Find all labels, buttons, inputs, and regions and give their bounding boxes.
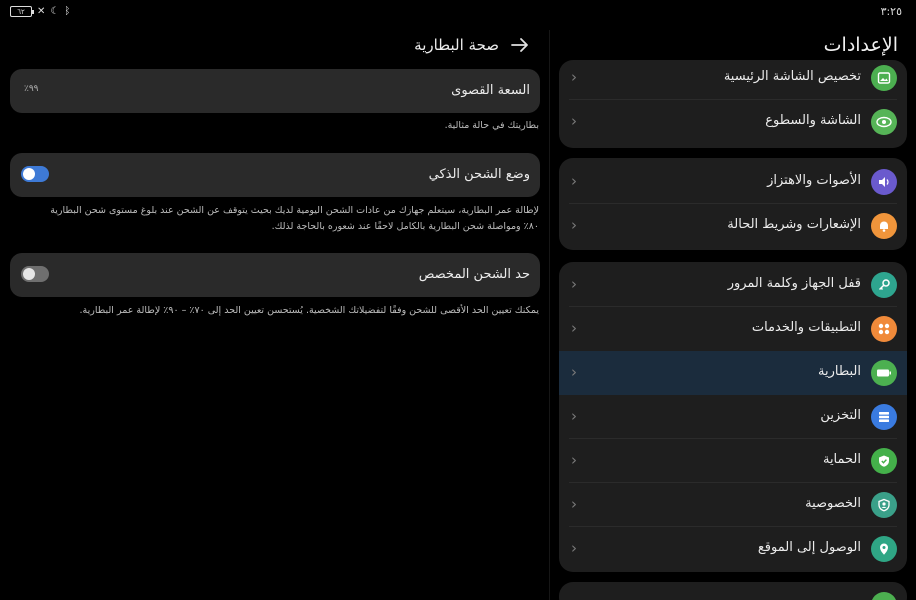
battery-indicator-icon: ٦٢ (10, 6, 34, 17)
clock: ٣:٢٥ (880, 5, 902, 18)
sound-icon (871, 169, 897, 195)
bell-icon (871, 213, 897, 239)
chevron-left-icon: ‹ (571, 172, 577, 190)
settings-item-battery[interactable]: البطارية ‹ (559, 351, 907, 395)
eye-icon (871, 109, 897, 135)
settings-item-label: التخزين (820, 408, 861, 423)
chevron-left-icon: ‹ (571, 407, 577, 425)
settings-item-security[interactable]: الحماية ‹ (559, 439, 907, 483)
settings-item-apps[interactable]: التطبيقات والخدمات ‹ (559, 307, 907, 351)
settings-item-label: الوصول إلى الموقع (757, 540, 861, 555)
chevron-left-icon: ‹ (571, 451, 577, 469)
settings-item-label: الأصوات والاهتزاز (767, 173, 861, 188)
custom-limit-description: يمكنك تعيين الحد الأقصى للشحن وفقًا لتفض… (79, 305, 539, 316)
battery-level-text: ٦٢ (17, 7, 25, 16)
settings-item-label: البطارية (818, 364, 861, 379)
settings-group-more (559, 582, 907, 600)
toggle-knob (23, 168, 35, 180)
smart-charge-desc-line: لإطالة عمر البطارية، سيتعلم جهازك من عاد… (50, 205, 539, 216)
settings-title: الإعدادات (823, 34, 898, 56)
mute-icon: ✕ (37, 5, 46, 17)
apps-icon (871, 316, 897, 342)
settings-item-label: قفل الجهاز وكلمة المرور (727, 276, 861, 291)
custom-limit-card[interactable]: حد الشحن المخصص (10, 253, 540, 297)
smart-charge-toggle[interactable] (21, 166, 49, 182)
do-not-disturb-icon: ☾ (50, 5, 60, 17)
settings-item-label: تخصيص الشاشة الرئيسية (723, 69, 861, 84)
settings-item-storage[interactable]: التخزين ‹ (559, 395, 907, 439)
settings-item-notifications[interactable]: الإشعارات وشريط الحالة ‹ (559, 204, 907, 248)
chevron-left-icon: ‹ (571, 216, 577, 234)
battery-status-note: بطاريتك في حالة مثالية. (444, 120, 539, 131)
custom-limit-label: حد الشحن المخصص (418, 267, 530, 282)
max-capacity-card: السعة القصوى ٩٩٪ (10, 69, 540, 113)
toggle-knob (23, 268, 35, 280)
chevron-left-icon: ‹ (571, 112, 577, 130)
status-icons: ٦٢ ✕ ☾ ᛒ (10, 6, 70, 17)
chevron-left-icon: ‹ (571, 319, 577, 337)
status-bar: ٦٢ ✕ ☾ ᛒ ٣:٢٥ (0, 0, 916, 24)
battery-detail-pane: صحة البطارية السعة القصوى ٩٩٪ بطاريتك في… (0, 24, 549, 600)
settings-item-privacy[interactable]: الخصوصية ‹ (559, 483, 907, 527)
settings-list-pane: الإعدادات تخصيص الشاشة الرئيسية ‹ الشاشة… (550, 24, 916, 600)
settings-item-label: الإشعارات وشريط الحالة (727, 217, 861, 232)
image-icon (871, 65, 897, 91)
page-title: صحة البطارية (414, 36, 499, 54)
settings-item-home-screen[interactable]: تخصيص الشاشة الرئيسية ‹ (559, 60, 907, 100)
custom-limit-toggle[interactable] (21, 266, 49, 282)
settings-item-lock[interactable]: قفل الجهاز وكلمة المرور ‹ (559, 263, 907, 307)
smart-charge-label: وضع الشحن الذكي (428, 167, 530, 182)
chevron-left-icon: ‹ (571, 68, 577, 86)
chevron-left-icon: ‹ (571, 363, 577, 381)
smart-charge-desc-line: ٨٠٪ ومواصلة شحن البطارية بالكامل لاحقًا … (271, 221, 539, 232)
max-capacity-label: السعة القصوى (451, 83, 530, 98)
smart-charge-description: لإطالة عمر البطارية، سيتعلم جهازك من عاد… (19, 203, 539, 235)
location-icon (871, 536, 897, 562)
max-capacity-value: ٩٩٪ (24, 84, 39, 94)
settings-item-label: الشاشة والسطوع (765, 113, 861, 128)
back-arrow-icon[interactable] (510, 34, 530, 58)
settings-group-display: تخصيص الشاشة الرئيسية ‹ الشاشة والسطوع ‹ (559, 60, 907, 148)
chevron-left-icon: ‹ (571, 539, 577, 557)
settings-item-display[interactable]: الشاشة والسطوع ‹ (559, 100, 907, 144)
settings-icon (871, 592, 897, 600)
settings-group-device: قفل الجهاز وكلمة المرور ‹ التطبيقات والخ… (559, 262, 907, 572)
settings-item-location[interactable]: الوصول إلى الموقع ‹ (559, 527, 907, 571)
settings-group-sound: الأصوات والاهتزاز ‹ الإشعارات وشريط الحا… (559, 158, 907, 250)
settings-item-sounds[interactable]: الأصوات والاهتزاز ‹ (559, 160, 907, 204)
settings-item-label: الحماية (822, 452, 861, 467)
smart-charge-card[interactable]: وضع الشحن الذكي (10, 153, 540, 197)
shield-icon (871, 448, 897, 474)
bluetooth-icon: ᛒ (64, 5, 71, 17)
settings-item-label: الخصوصية (805, 496, 861, 511)
privacy-icon (871, 492, 897, 518)
key-icon (871, 272, 897, 298)
chevron-left-icon: ‹ (571, 495, 577, 513)
chevron-left-icon: ‹ (571, 275, 577, 293)
battery-icon (871, 360, 897, 386)
storage-icon (871, 404, 897, 430)
settings-item-label: التطبيقات والخدمات (751, 320, 861, 335)
